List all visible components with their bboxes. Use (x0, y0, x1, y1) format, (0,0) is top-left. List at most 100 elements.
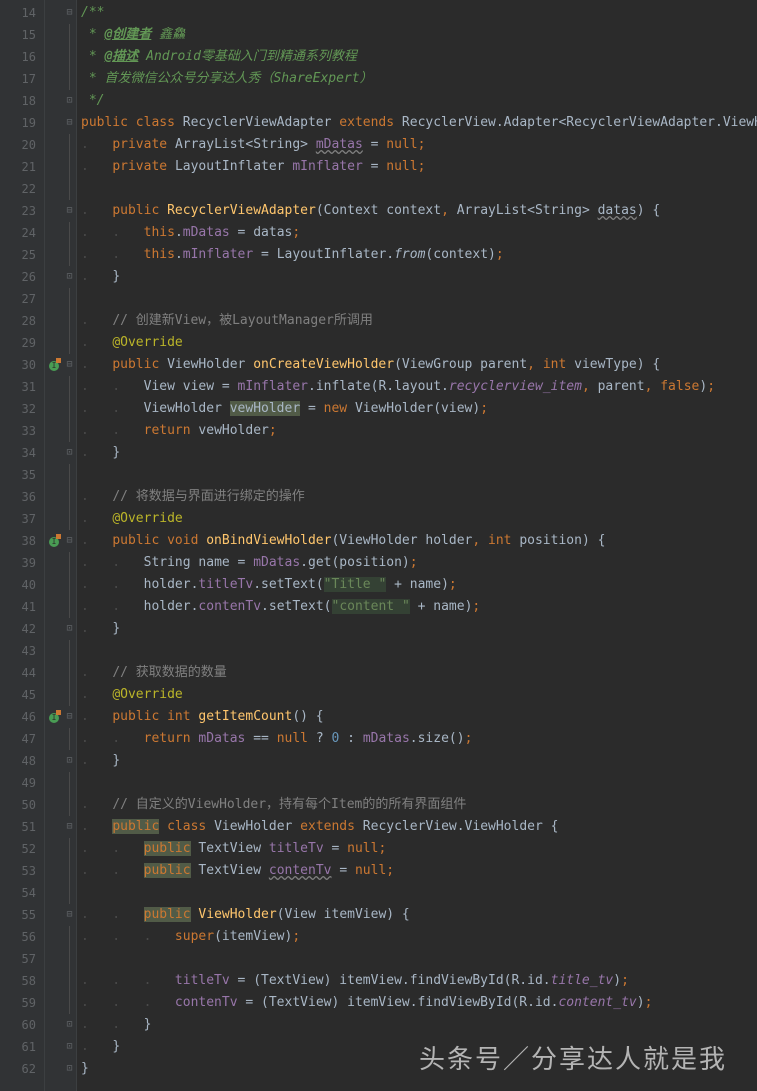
code-line[interactable]: * 首发微信公众号分享达人秀（ShareExpert） (77, 68, 757, 90)
fold-toggle[interactable]: ⊟ (63, 354, 76, 376)
line-number: 42 (0, 618, 44, 640)
fold-toggle[interactable]: ⊟ (63, 816, 76, 838)
code-line[interactable]: . } (77, 266, 757, 288)
fold-toggle[interactable]: ⊡ (63, 90, 76, 112)
code-line[interactable]: . . holder.titleTv.setText("Title " + na… (77, 574, 757, 596)
code-line[interactable]: . // 获取数据的数量 (77, 662, 757, 684)
fold-toggle[interactable]: ⊡ (63, 442, 76, 464)
code-line[interactable]: . public int getItemCount() { (77, 706, 757, 728)
fold-toggle[interactable]: ⊟ (63, 706, 76, 728)
code-line[interactable]: . public ViewHolder onCreateViewHolder(V… (77, 354, 757, 376)
line-number: 14 (0, 2, 44, 24)
gutter-marker (45, 442, 63, 464)
code-line[interactable]: . } (77, 618, 757, 640)
line-number-gutter: 1415161718192021222324252627282930313233… (0, 0, 45, 1091)
code-line[interactable]: . . this.mDatas = datas; (77, 222, 757, 244)
line-number: 49 (0, 772, 44, 794)
code-line[interactable] (77, 948, 757, 970)
fold-toggle (63, 310, 76, 332)
fold-toggle[interactable]: ⊟ (63, 112, 76, 134)
code-line[interactable]: . . this.mInflater = LayoutInflater.from… (77, 244, 757, 266)
gutter-marker (45, 618, 63, 640)
fold-toggle[interactable]: ⊡ (63, 1058, 76, 1080)
code-line[interactable]: * @创建者 鑫鱻 (77, 24, 757, 46)
fold-toggle (63, 860, 76, 882)
line-number: 15 (0, 24, 44, 46)
code-line[interactable]: . . . contenTv = (TextView) itemView.fin… (77, 992, 757, 1014)
gutter-marker (45, 662, 63, 684)
gutter-marker (45, 552, 63, 574)
gutter-marker (45, 750, 63, 772)
fold-toggle[interactable]: ⊟ (63, 2, 76, 24)
line-number: 54 (0, 882, 44, 904)
code-line[interactable]: . . . super(itemView); (77, 926, 757, 948)
fold-toggle[interactable]: ⊡ (63, 1014, 76, 1036)
code-line[interactable] (77, 288, 757, 310)
code-line[interactable]: . . holder.contenTv.setText("content " +… (77, 596, 757, 618)
line-number: 51 (0, 816, 44, 838)
line-number: 60 (0, 1014, 44, 1036)
code-line[interactable]: * @描述 Android零基础入门到精通系列教程 (77, 46, 757, 68)
override-icon[interactable]: I (49, 537, 59, 547)
override-icon[interactable]: I (49, 713, 59, 723)
line-number: 27 (0, 288, 44, 310)
code-line[interactable]: /** (77, 2, 757, 24)
code-line[interactable] (77, 464, 757, 486)
line-number: 38 (0, 530, 44, 552)
watermark-text: 头条号／分享达人就是我 (419, 1039, 727, 1076)
fold-toggle (63, 24, 76, 46)
fold-toggle (63, 662, 76, 684)
code-line[interactable]: . . . titleTv = (TextView) itemView.find… (77, 970, 757, 992)
code-line[interactable]: . . View view = mInflater.inflate(R.layo… (77, 376, 757, 398)
fold-toggle[interactable]: ⊡ (63, 618, 76, 640)
gutter-marker (45, 882, 63, 904)
code-line[interactable]: . } (77, 750, 757, 772)
code-line[interactable]: */ (77, 90, 757, 112)
line-number: 17 (0, 68, 44, 90)
code-line[interactable]: . public class ViewHolder extends Recycl… (77, 816, 757, 838)
line-number: 35 (0, 464, 44, 486)
code-line[interactable]: . // 自定义的ViewHolder，持有每个Item的的所有界面组件 (77, 794, 757, 816)
line-number: 56 (0, 926, 44, 948)
code-line[interactable]: . // 将数据与界面进行绑定的操作 (77, 486, 757, 508)
fold-toggle[interactable]: ⊡ (63, 266, 76, 288)
code-line[interactable]: . // 创建新View，被LayoutManager所调用 (77, 310, 757, 332)
code-line[interactable]: . public void onBindViewHolder(ViewHolde… (77, 530, 757, 552)
code-area[interactable]: /** * @创建者 鑫鱻 * @描述 Android零基础入门到精通系列教程 … (77, 0, 757, 1091)
code-line[interactable]: . . return mDatas == null ? 0 : mDatas.s… (77, 728, 757, 750)
fold-toggle[interactable]: ⊟ (63, 200, 76, 222)
override-icon[interactable]: I (49, 361, 59, 371)
code-line[interactable] (77, 178, 757, 200)
line-number: 34 (0, 442, 44, 464)
code-line[interactable]: . . public TextView contenTv = null; (77, 860, 757, 882)
gutter-marker (45, 860, 63, 882)
code-line[interactable]: . @Override (77, 332, 757, 354)
code-line[interactable] (77, 882, 757, 904)
fold-toggle[interactable]: ⊟ (63, 904, 76, 926)
gutter-marker: I (45, 530, 63, 552)
code-line[interactable] (77, 772, 757, 794)
code-line[interactable]: . public RecyclerViewAdapter(Context con… (77, 200, 757, 222)
gutter-marker (45, 222, 63, 244)
code-line[interactable]: . . public TextView titleTv = null; (77, 838, 757, 860)
code-line[interactable]: . . ViewHolder vewHolder = new ViewHolde… (77, 398, 757, 420)
fold-toggle[interactable]: ⊟ (63, 530, 76, 552)
code-line[interactable] (77, 640, 757, 662)
gutter-marker (45, 200, 63, 222)
gutter-marker (45, 1014, 63, 1036)
code-line[interactable]: . @Override (77, 508, 757, 530)
code-line[interactable]: . . } (77, 1014, 757, 1036)
code-line[interactable]: . private LayoutInflater mInflater = nul… (77, 156, 757, 178)
code-line[interactable]: . private ArrayList<String> mDatas = nul… (77, 134, 757, 156)
line-number: 31 (0, 376, 44, 398)
fold-toggle[interactable]: ⊡ (63, 1036, 76, 1058)
code-line[interactable]: . } (77, 442, 757, 464)
code-line[interactable]: . . public ViewHolder(View itemView) { (77, 904, 757, 926)
gutter-marker (45, 596, 63, 618)
fold-toggle[interactable]: ⊡ (63, 750, 76, 772)
code-line[interactable]: . . return vewHolder; (77, 420, 757, 442)
fold-toggle (63, 948, 76, 970)
code-line[interactable]: . . String name = mDatas.get(position); (77, 552, 757, 574)
code-line[interactable]: public class RecyclerViewAdapter extends… (77, 112, 757, 134)
code-line[interactable]: . @Override (77, 684, 757, 706)
